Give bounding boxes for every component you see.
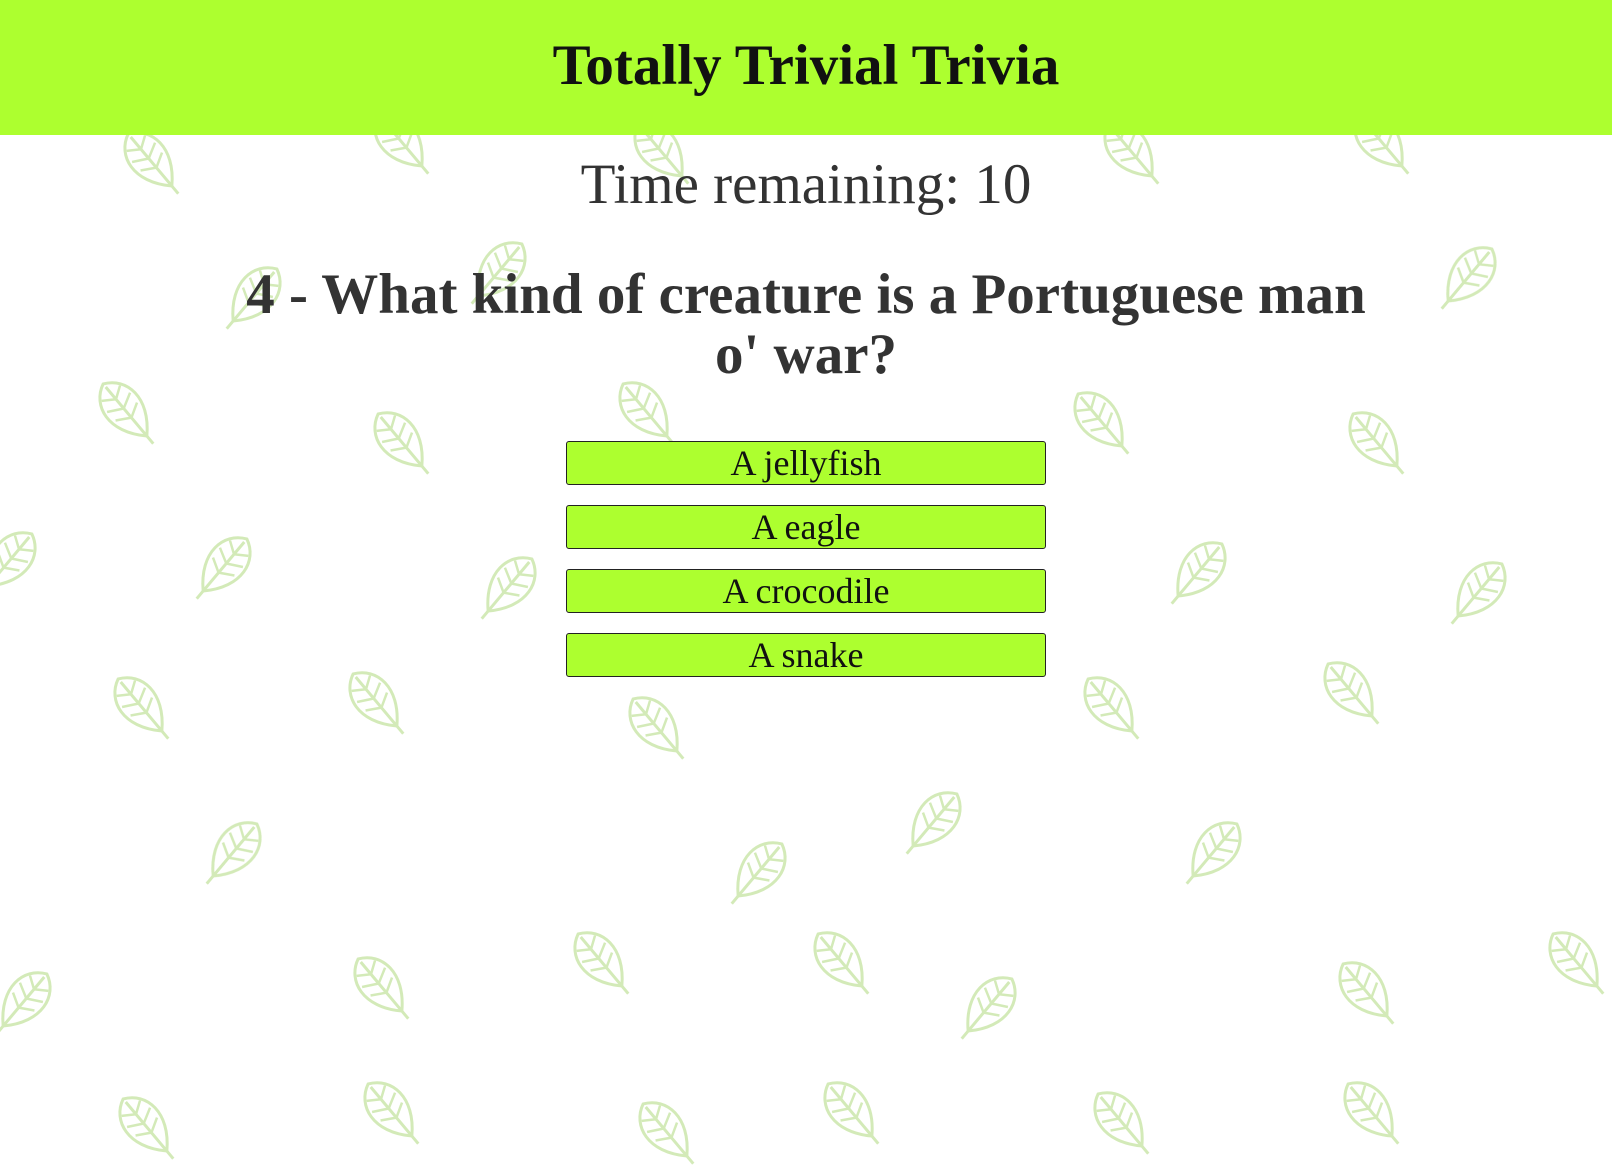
leaf-icon <box>890 780 973 868</box>
leaf-icon <box>1082 1080 1165 1168</box>
leaf-icon <box>0 960 63 1048</box>
answer-button[interactable]: A jellyfish <box>566 441 1046 485</box>
time-remaining: Time remaining: 10 <box>580 153 1032 216</box>
leaf-icon <box>802 920 885 1008</box>
leaf-icon <box>352 1070 435 1158</box>
answer-button[interactable]: A crocodile <box>566 569 1046 613</box>
leaf-icon <box>1170 810 1253 898</box>
leaf-icon <box>627 1090 710 1174</box>
answer-button[interactable]: A snake <box>566 633 1046 677</box>
leaf-icon <box>617 685 700 773</box>
app-title: Totally Trivial Trivia <box>552 34 1060 97</box>
leaf-icon <box>812 1070 895 1158</box>
answer-button[interactable]: A eagle <box>566 505 1046 549</box>
leaf-icon <box>945 965 1028 1053</box>
answer-list: A jellyfish A eagle A crocodile A snake <box>0 441 1612 677</box>
leaf-icon <box>715 830 798 918</box>
question-text: 4 - What kind of creature is a Portugues… <box>246 263 1366 386</box>
leaf-icon <box>1537 920 1612 1008</box>
app-header: Totally Trivial Trivia <box>0 0 1612 135</box>
leaf-icon <box>1332 1070 1415 1158</box>
leaf-icon <box>562 920 645 1008</box>
leaf-icon <box>190 810 273 898</box>
quiz-content: Time remaining: 10 4 - What kind of crea… <box>0 135 1612 697</box>
leaf-icon <box>1327 950 1410 1038</box>
leaf-icon <box>342 945 425 1033</box>
leaf-icon <box>107 1085 190 1173</box>
